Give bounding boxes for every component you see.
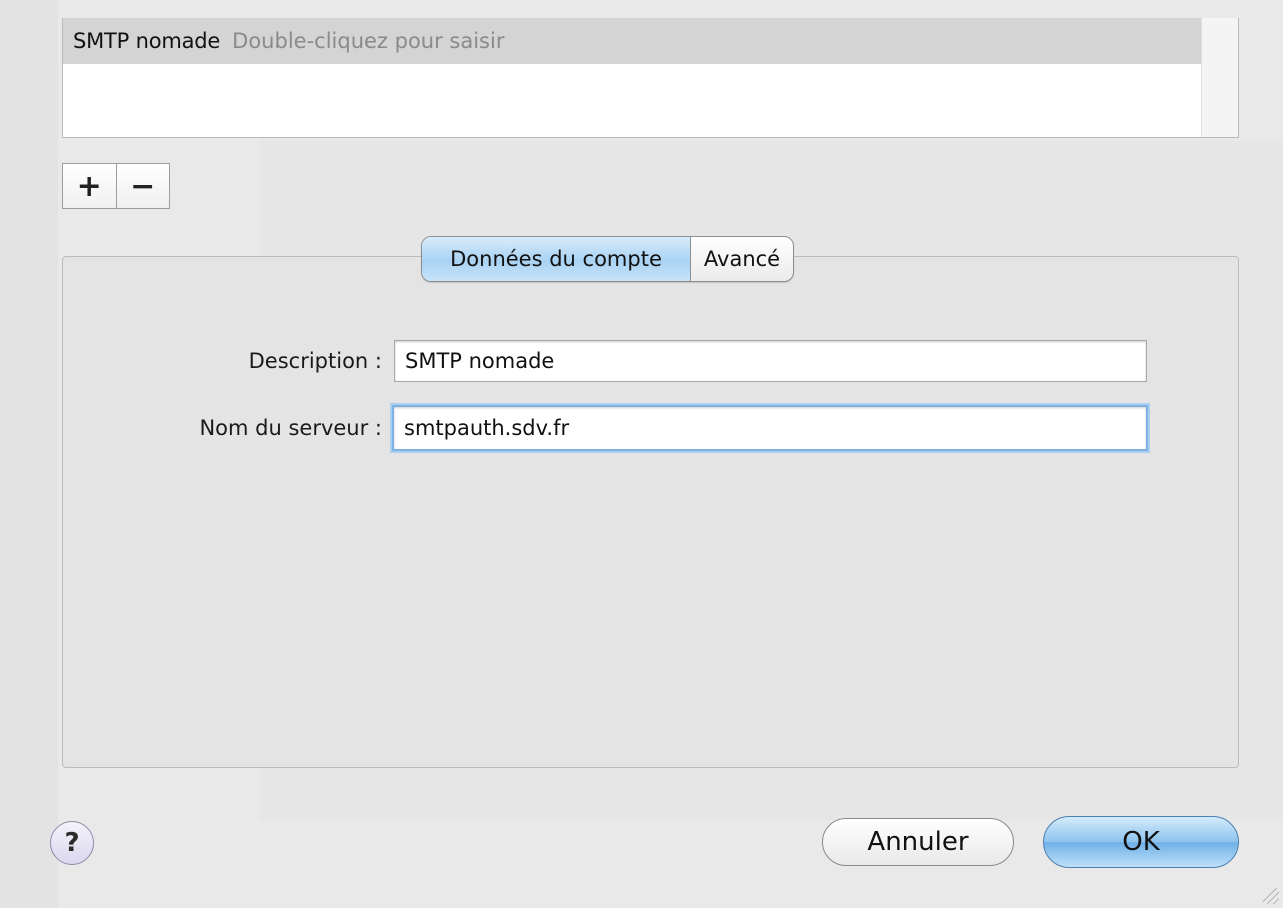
- tab-account-data[interactable]: Données du compte: [422, 237, 691, 281]
- server-name-row: Nom du serveur :: [62, 406, 382, 450]
- resize-grip-icon[interactable]: [1263, 888, 1279, 904]
- remove-server-button[interactable]: −: [115, 164, 170, 208]
- tab-advanced[interactable]: Avancé: [691, 237, 793, 281]
- cancel-button[interactable]: Annuler: [822, 818, 1014, 866]
- server-name-label: Nom du serveur :: [199, 416, 382, 440]
- description-row: Description :: [62, 340, 382, 382]
- smtp-server-sheet: SMTP nomade Double-cliquez pour saisir +…: [0, 0, 1283, 908]
- add-server-button[interactable]: +: [63, 164, 116, 208]
- tab-panel: [62, 256, 1239, 768]
- description-label: Description :: [248, 349, 382, 373]
- help-button[interactable]: ?: [50, 821, 94, 865]
- server-name-field[interactable]: smtpauth.sdv.fr: [392, 405, 1148, 451]
- tab-bar: Données du compte Avancé: [421, 236, 794, 282]
- add-remove-group: + −: [62, 163, 170, 209]
- description-field[interactable]: SMTP nomade: [394, 340, 1147, 382]
- list-scrollbar[interactable]: [1201, 18, 1238, 137]
- server-row-hint: Double-cliquez pour saisir: [232, 29, 505, 53]
- ok-button[interactable]: OK: [1043, 816, 1239, 868]
- server-row-name: SMTP nomade: [73, 29, 221, 53]
- smtp-server-list[interactable]: SMTP nomade Double-cliquez pour saisir: [62, 18, 1239, 138]
- server-list-row[interactable]: SMTP nomade Double-cliquez pour saisir: [63, 18, 1203, 64]
